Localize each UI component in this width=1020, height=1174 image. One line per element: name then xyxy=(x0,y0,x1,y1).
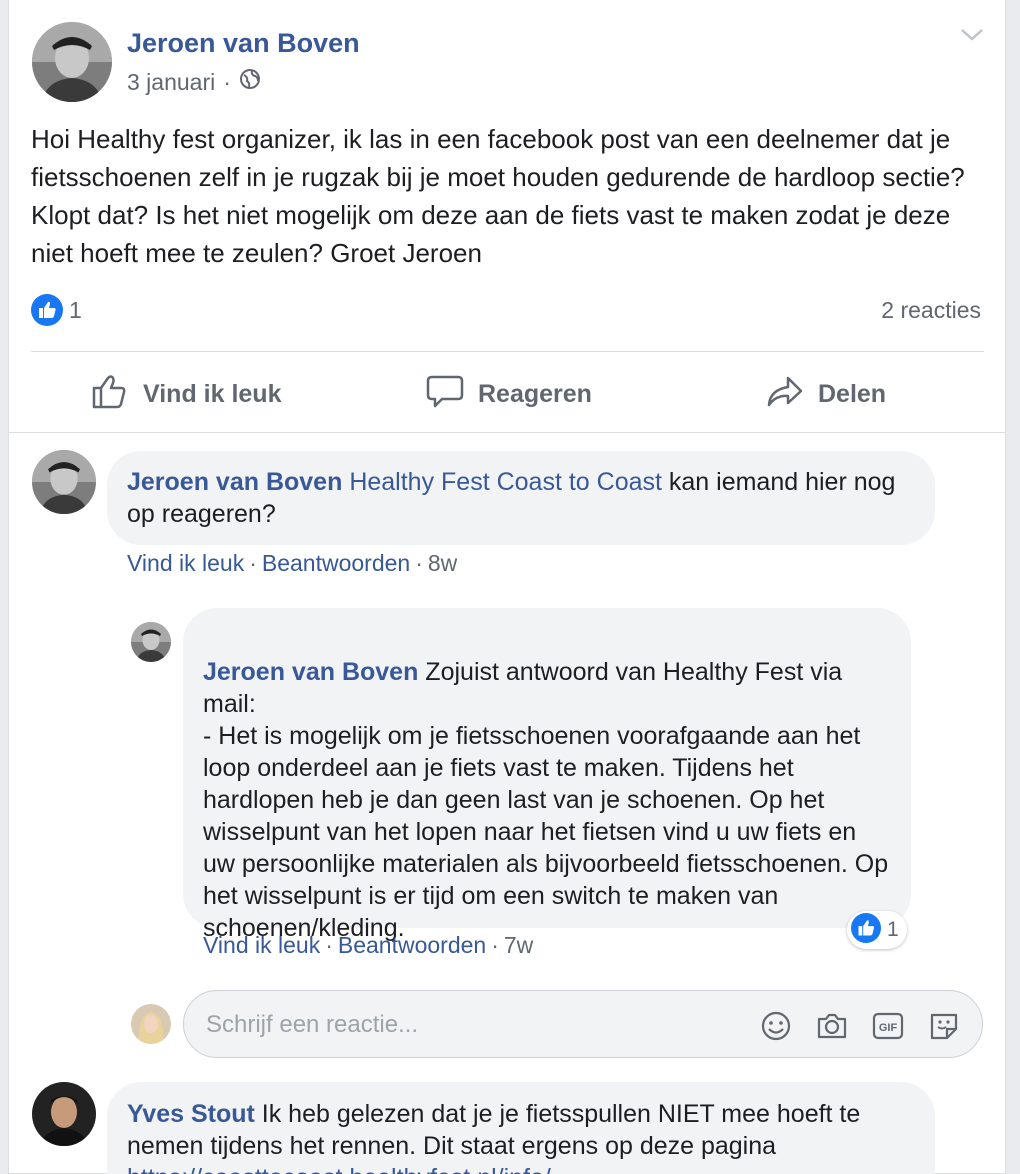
reply-reply-link[interactable]: Beantwoorden xyxy=(338,932,486,958)
commenter-avatar[interactable] xyxy=(32,450,96,514)
reply-bubble: Jeroen van Boven Zojuist antwoord van He… xyxy=(183,608,911,942)
share-button-label: Delen xyxy=(818,380,887,408)
comment-bubble: Yves Stout Ik heb gelezen dat je je fiet… xyxy=(107,1082,935,1174)
separator: · xyxy=(415,550,423,576)
share-arrow-icon xyxy=(766,372,804,417)
comment-count[interactable]: 2 reacties xyxy=(881,297,981,324)
comment-author[interactable]: Yves Stout xyxy=(127,1100,255,1128)
separator: · xyxy=(491,932,499,958)
post-meta: 3 januari · xyxy=(127,68,261,96)
comment-link[interactable]: https://coasttocoast.healthyfest.nl/info… xyxy=(127,1164,551,1174)
composer-input[interactable]: Schrijf een reactie... xyxy=(206,1011,418,1039)
share-button[interactable]: Delen xyxy=(766,372,886,417)
comment-button[interactable]: Reageren xyxy=(426,372,592,417)
comment-bubble: Jeroen van Boven Healthy Fest Coast to C… xyxy=(107,451,935,545)
reply-time[interactable]: 7w xyxy=(504,932,533,958)
comment-author[interactable]: Jeroen van Boven xyxy=(127,468,342,496)
comment-time[interactable]: 8w xyxy=(428,550,457,576)
post-text: Hoi Healthy fest organizer, ik las in ee… xyxy=(31,124,965,268)
globe-icon xyxy=(239,68,261,96)
reply-actions: Vind ik leuk · Beantwoorden · 7w xyxy=(203,932,533,959)
emoji-icon[interactable] xyxy=(759,1009,793,1043)
comment-like-link[interactable]: Vind ik leuk xyxy=(127,550,244,576)
current-user-avatar[interactable] xyxy=(131,1004,171,1044)
like-reaction-icon[interactable] xyxy=(31,294,63,331)
meta-separator: · xyxy=(223,68,231,95)
reply-reaction-count: 1 xyxy=(887,918,899,941)
reply-avatar[interactable] xyxy=(131,622,171,662)
like-button-label: Vind ik leuk xyxy=(143,380,282,408)
commenter-avatar[interactable] xyxy=(32,1082,96,1146)
chevron-down-icon[interactable] xyxy=(959,26,985,49)
thumbs-up-icon xyxy=(91,372,129,417)
reply-text: Zojuist antwoord van Healthy Fest via ma… xyxy=(203,658,889,942)
like-count[interactable]: 1 xyxy=(69,297,82,324)
comment-mention[interactable]: Healthy Fest Coast to Coast xyxy=(349,468,662,496)
post-author[interactable]: Jeroen van Boven xyxy=(127,28,360,59)
reply-author[interactable]: Jeroen van Boven xyxy=(203,658,418,686)
comment-actions: Vind ik leuk · Beantwoorden · 8w xyxy=(127,550,457,577)
reply-like-link[interactable]: Vind ik leuk xyxy=(203,932,320,958)
comment-reply-link[interactable]: Beantwoorden xyxy=(262,550,410,576)
like-button[interactable]: Vind ik leuk xyxy=(91,372,281,417)
divider xyxy=(31,351,984,352)
post-card: Jeroen van Boven 3 januari · Hoi Healthy… xyxy=(8,0,1006,1174)
camera-icon[interactable] xyxy=(815,1009,849,1043)
reply-reaction-badge[interactable]: 1 xyxy=(847,911,907,949)
separator: · xyxy=(325,932,333,958)
author-avatar[interactable] xyxy=(32,22,112,102)
divider xyxy=(9,432,1006,433)
composer-icons: GIF xyxy=(759,1009,961,1043)
separator: · xyxy=(249,550,257,576)
post-date[interactable]: 3 januari xyxy=(127,69,215,96)
gif-icon[interactable]: GIF xyxy=(871,1009,905,1043)
svg-text:GIF: GIF xyxy=(879,1022,898,1034)
sticker-icon[interactable] xyxy=(927,1009,961,1043)
speech-bubble-icon xyxy=(426,372,464,417)
comment-composer[interactable]: Schrijf een reactie... GIF xyxy=(183,990,983,1058)
like-reaction-icon xyxy=(851,912,881,948)
comment-button-label: Reageren xyxy=(478,380,592,408)
